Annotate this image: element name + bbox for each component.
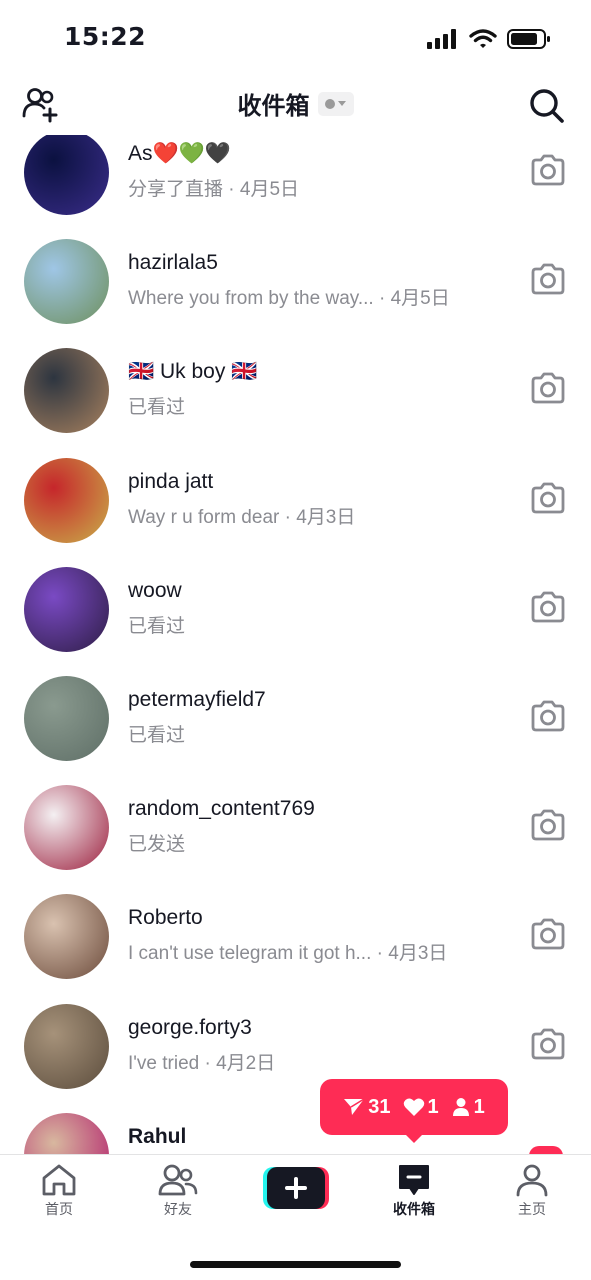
conversation-preview: 已看过: [128, 397, 186, 419]
camera-icon: [531, 1028, 565, 1059]
conversation-preview: 已看过: [128, 724, 186, 746]
camera-icon: [531, 482, 565, 513]
online-status-toggle[interactable]: [317, 91, 354, 116]
conversation-name: random_content769: [128, 797, 315, 821]
notification-pointer: [404, 1133, 424, 1143]
likes-count-value: 1: [427, 1095, 439, 1118]
conversation-preview: I've tried · 4月2日: [128, 1052, 276, 1074]
camera-icon: [531, 809, 565, 841]
camera-button[interactable]: [529, 1028, 567, 1060]
shares-count: 31: [343, 1095, 391, 1119]
camera-icon: [531, 372, 565, 404]
chevron-down-icon: [338, 101, 346, 106]
avatar[interactable]: [24, 894, 109, 980]
conversation-row[interactable]: As❤️💚🖤 分享了直播 · 4月5日: [0, 135, 591, 227]
avatar[interactable]: [24, 239, 109, 325]
camera-button[interactable]: [529, 809, 567, 841]
nav-friends-label: 好友: [164, 1202, 192, 1218]
create-plus-icon: [263, 1167, 329, 1209]
camera-button[interactable]: [529, 591, 567, 623]
nav-profile[interactable]: 主页: [487, 1163, 577, 1219]
avatar[interactable]: [24, 1003, 109, 1089]
followers-count-value: 1: [473, 1095, 485, 1118]
battery-icon: [507, 29, 550, 49]
camera-icon: [531, 591, 565, 623]
profile-icon: [516, 1164, 548, 1197]
page-title: 收件箱: [237, 92, 310, 120]
cellular-signal-icon: [427, 29, 456, 49]
avatar[interactable]: [24, 457, 109, 543]
camera-button[interactable]: [529, 263, 567, 295]
send-icon: [344, 1098, 365, 1115]
camera-button[interactable]: [529, 154, 567, 186]
conversation-preview: I can't use telegram it got h... · 4月3日: [128, 943, 448, 965]
status-icons: [427, 28, 551, 50]
camera-icon: [531, 918, 565, 950]
avatar[interactable]: [24, 1112, 109, 1155]
nav-inbox[interactable]: 收件箱: [369, 1163, 459, 1219]
conversation-name: hazirlala5: [128, 251, 218, 275]
nav-inbox-label: 收件箱: [393, 1202, 435, 1218]
camera-button[interactable]: [529, 918, 567, 950]
camera-button[interactable]: [529, 482, 567, 514]
conversation-preview: 分享了直播 · 4月5日: [128, 179, 300, 200]
camera-icon: [531, 700, 565, 732]
conversation-name: Rahul: [128, 1124, 187, 1148]
conversation-preview: 已发送: [128, 834, 186, 856]
nav-friends[interactable]: 好友: [133, 1163, 223, 1219]
nav-home[interactable]: 首页: [14, 1163, 104, 1219]
activity-notification-bubble[interactable]: 31 1 1: [320, 1079, 508, 1135]
heart-icon: [403, 1098, 424, 1116]
avatar[interactable]: [24, 785, 109, 871]
conversation-name: petermayfield7: [128, 687, 266, 711]
conversation-name: 🇬🇧 Uk boy 🇬🇧: [128, 360, 258, 384]
camera-button[interactable]: [529, 372, 567, 404]
search-button[interactable]: [527, 86, 567, 126]
header-title-group: 收件箱: [0, 86, 591, 121]
nav-home-label: 首页: [45, 1202, 73, 1218]
person-icon: [452, 1098, 469, 1116]
conversation-name: pinda jatt: [128, 469, 214, 493]
conversation-preview: 已看过: [128, 615, 186, 637]
conversation-row[interactable]: Roberto I can't use telegram it got h...…: [0, 882, 591, 991]
nav-profile-label: 主页: [518, 1202, 546, 1218]
conversation-row[interactable]: hazirlala5 Where you from by the way... …: [0, 227, 591, 336]
home-indicator: [190, 1261, 401, 1268]
conversation-row[interactable]: pinda jatt Way r u form dear · 4月3日: [0, 446, 591, 555]
wifi-icon: [469, 29, 497, 48]
conversation-name: Roberto: [128, 906, 203, 930]
avatar[interactable]: [24, 348, 109, 434]
status-dot-icon: [325, 98, 335, 109]
conversation-row[interactable]: random_content769 已发送: [0, 773, 591, 882]
avatar[interactable]: [24, 135, 109, 215]
status-bar: 15:22: [0, 0, 591, 78]
conversation-name: As❤️💚🖤: [128, 142, 231, 165]
camera-icon: [531, 154, 565, 186]
conversation-preview: Where you from by the way... · 4月5日: [128, 288, 450, 310]
conversation-list-inner: As❤️💚🖤 分享了直播 · 4月5日 hazirlala5 Where you…: [0, 135, 591, 1155]
conversation-row[interactable]: woow 已看过: [0, 555, 591, 664]
likes-count: 1: [403, 1096, 439, 1119]
home-icon: [42, 1164, 76, 1196]
conversation-row[interactable]: 🇬🇧 Uk boy 🇬🇧 已看过: [0, 336, 591, 445]
avatar[interactable]: [24, 675, 109, 761]
status-time: 15:22: [64, 22, 147, 51]
inbox-header: 收件箱: [0, 78, 591, 134]
camera-button[interactable]: [529, 700, 567, 732]
conversation-row[interactable]: petermayfield7 已看过: [0, 664, 591, 773]
conversation-name: george.forty3: [128, 1015, 252, 1039]
followers-count: 1: [451, 1096, 485, 1119]
conversation-preview: Way r u form dear · 4月3日: [128, 506, 356, 528]
conversation-list[interactable]: As❤️💚🖤 分享了直播 · 4月5日 hazirlala5 Where you…: [0, 135, 591, 1155]
shares-count-value: 31: [368, 1095, 391, 1118]
search-icon: [530, 89, 564, 123]
camera-icon: [531, 263, 565, 295]
conversation-name: woow: [128, 578, 182, 602]
friends-icon: [158, 1164, 198, 1196]
avatar[interactable]: [24, 566, 109, 652]
create-post-button[interactable]: [263, 1167, 329, 1209]
inbox-icon: [399, 1165, 429, 1195]
bottom-nav: 首页 好友 收件箱 主页: [0, 1154, 591, 1280]
